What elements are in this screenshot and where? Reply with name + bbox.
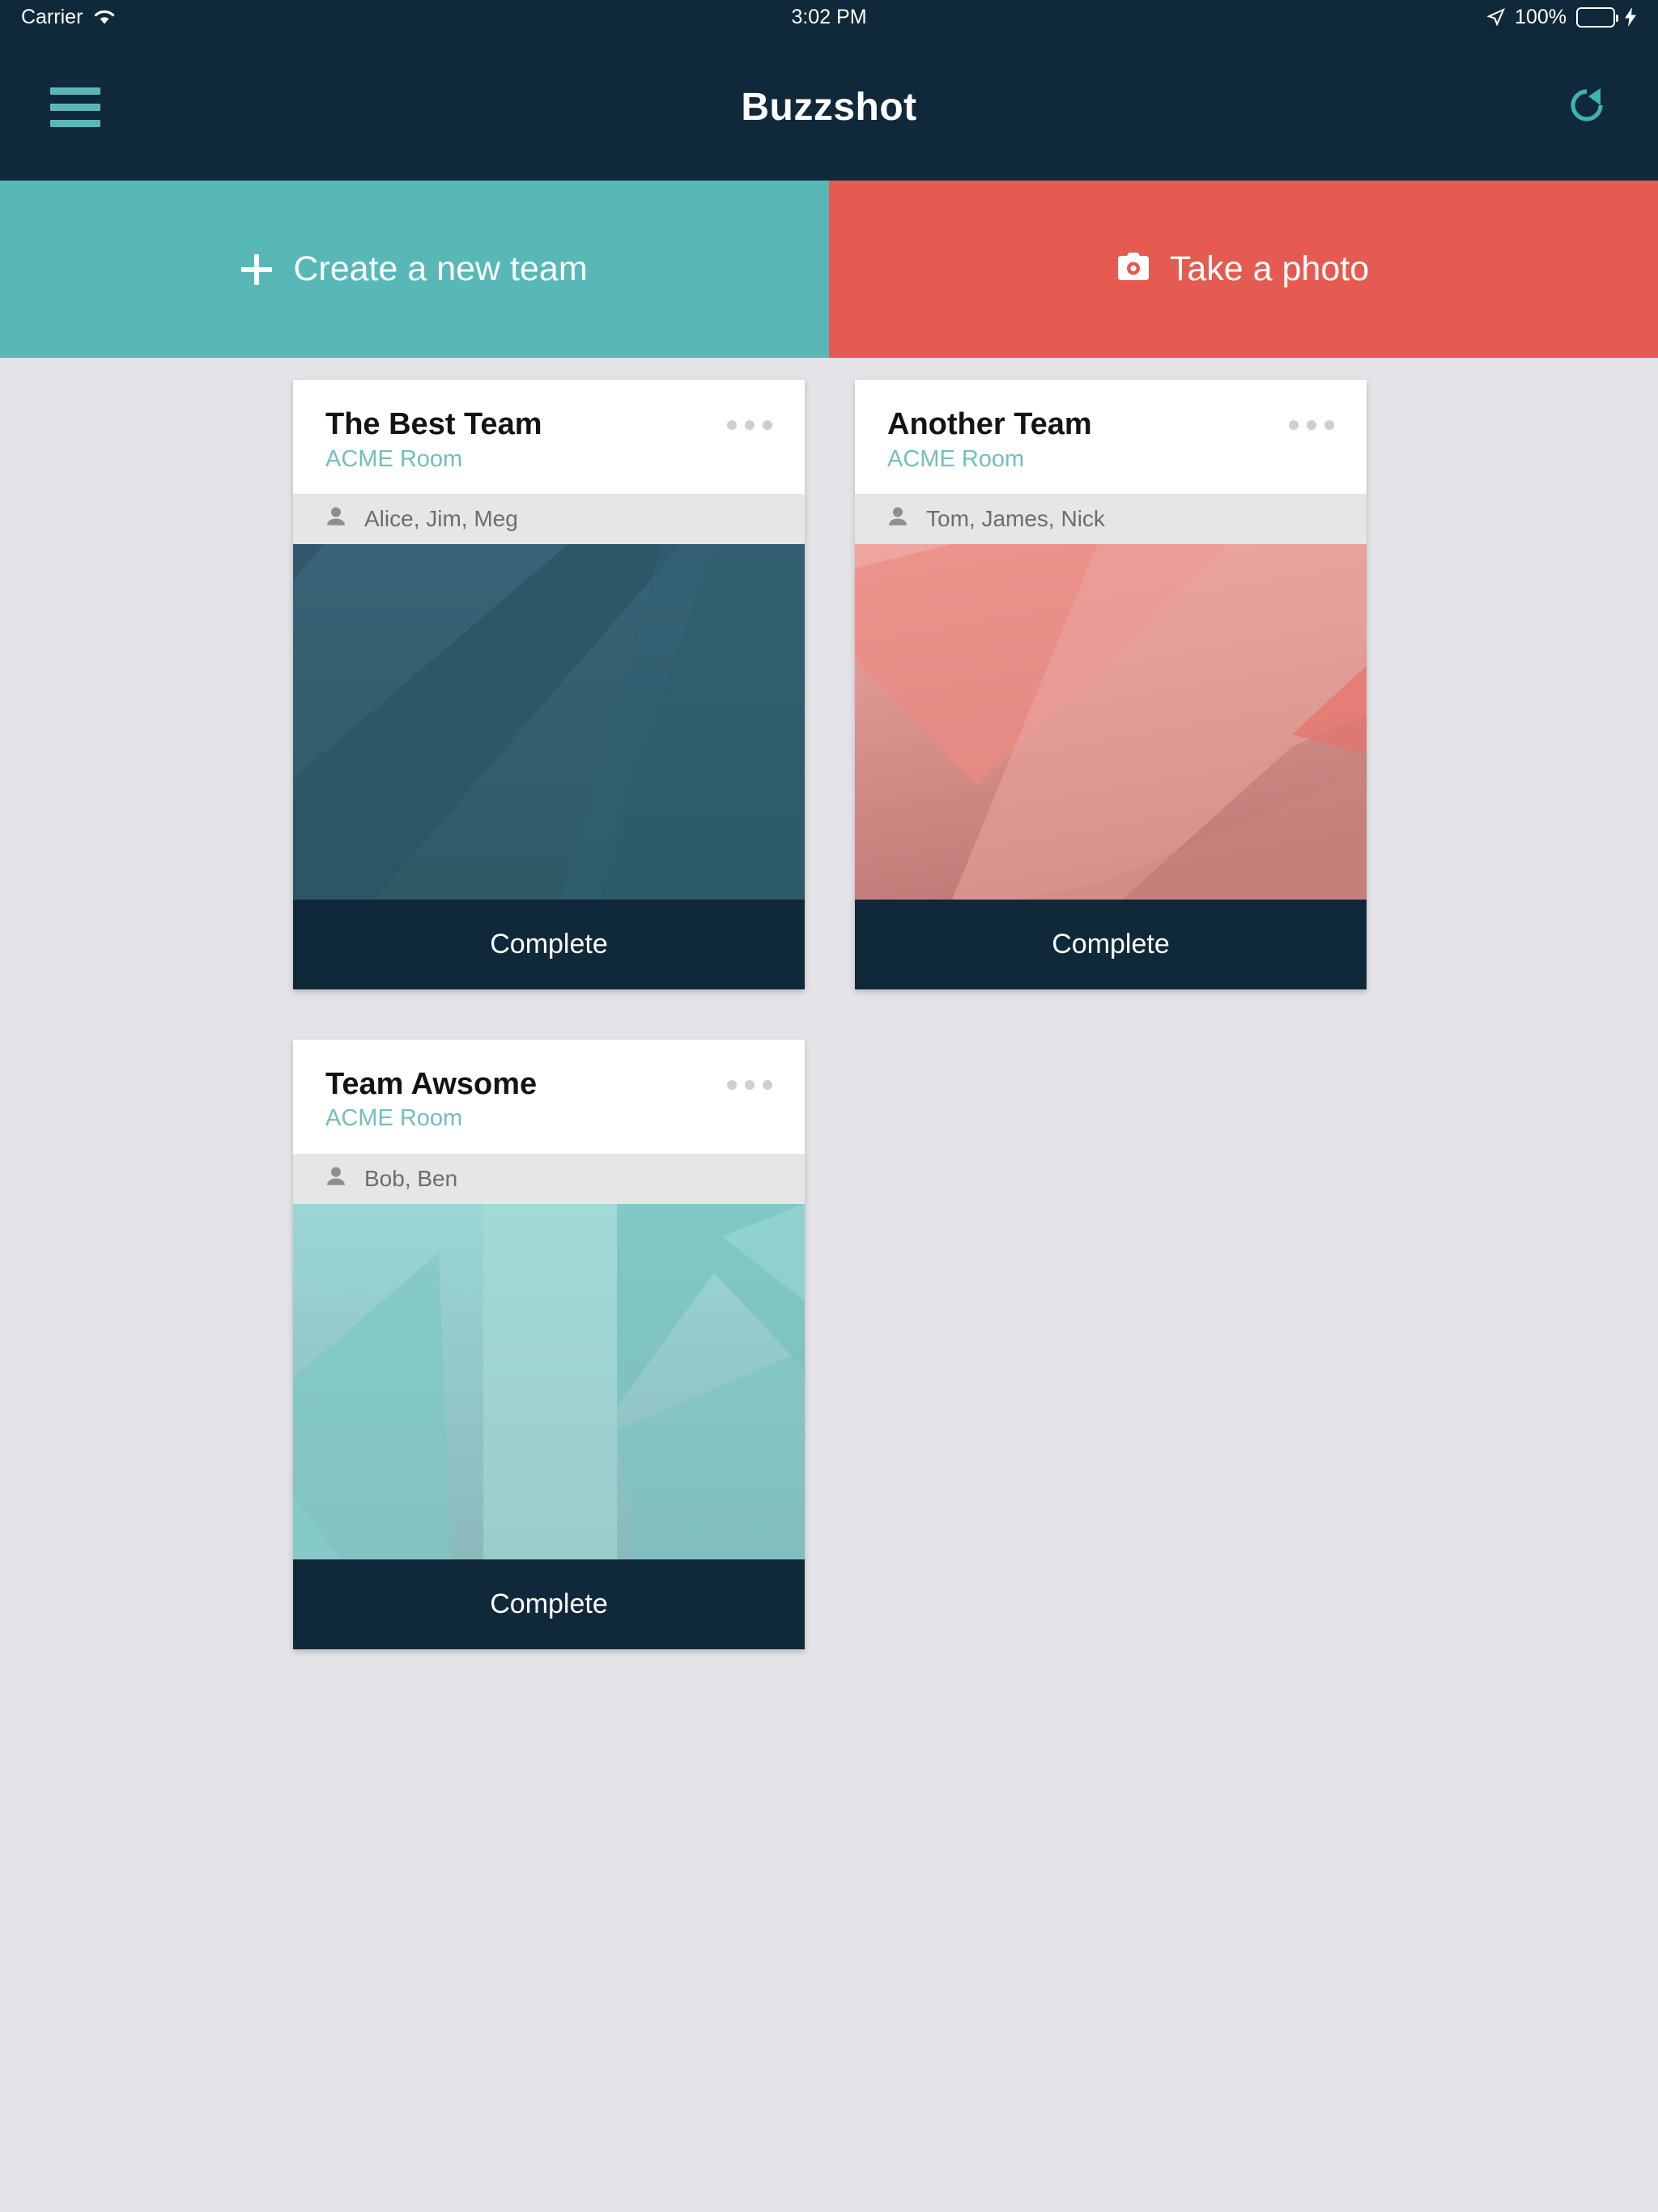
plus-icon (241, 253, 273, 285)
camera-icon (1117, 249, 1149, 289)
team-card[interactable]: The Best Team ACME Room Alice, Jim, Meg (293, 380, 805, 989)
lightning-bolt-icon (1625, 7, 1637, 27)
team-members-row: Alice, Jim, Meg (293, 493, 805, 544)
team-room: ACME Room (325, 1105, 463, 1132)
hamburger-bar (50, 104, 100, 111)
team-members-row: Tom, James, Nick (855, 493, 1367, 544)
team-room: ACME Room (325, 445, 463, 472)
wifi-icon (93, 9, 116, 25)
menu-dot (763, 420, 772, 430)
nav-bar: Buzzshot (0, 34, 1658, 181)
hamburger-bar (50, 87, 100, 95)
action-bar: Create a new team Take a photo (0, 181, 1658, 358)
person-icon (325, 506, 346, 531)
complete-button[interactable]: Complete (293, 1559, 805, 1649)
abstract-photo-pattern-teal (293, 1203, 805, 1559)
team-card[interactable]: Team Awsome ACME Room Bob, Ben Complete (293, 1039, 805, 1649)
complete-button[interactable]: Complete (855, 899, 1367, 989)
overflow-menu-icon[interactable] (719, 1072, 780, 1098)
status-bar: Carrier 3:02 PM 100% (0, 0, 1658, 34)
status-bar-right: 100% (1487, 6, 1637, 29)
app-title: Buzzshot (741, 86, 917, 129)
battery-percent-label: 100% (1515, 5, 1567, 28)
team-card-header: The Best Team ACME Room (293, 380, 805, 494)
abstract-photo-pattern-blue (293, 543, 805, 900)
menu-dot (1289, 420, 1299, 430)
menu-dot (745, 1079, 755, 1090)
hamburger-menu-icon[interactable] (50, 87, 100, 127)
status-bar-left: Carrier (21, 6, 116, 29)
menu-dot (727, 420, 737, 430)
menu-dot (727, 1079, 737, 1090)
team-name: The Best Team (325, 407, 542, 441)
battery-icon (1576, 6, 1618, 28)
location-arrow-icon (1487, 8, 1505, 26)
team-photo-placeholder[interactable] (293, 1203, 805, 1559)
team-members-row: Bob, Ben (293, 1153, 805, 1204)
team-member-names: Bob, Ben (364, 1165, 458, 1191)
team-card-header: Team Awsome ACME Room (293, 1040, 805, 1154)
take-a-photo-button[interactable]: Take a photo (829, 181, 1658, 358)
refresh-icon[interactable] (1566, 84, 1608, 130)
take-a-photo-label: Take a photo (1169, 249, 1370, 288)
team-name: Team Awsome (325, 1066, 538, 1101)
menu-dot (745, 420, 755, 430)
person-icon (325, 1166, 346, 1191)
complete-button[interactable]: Complete (293, 899, 805, 989)
create-new-team-label: Create a new team (293, 249, 588, 288)
team-card-header: Another Team ACME Room (855, 380, 1367, 494)
clock-label: 3:02 PM (791, 5, 867, 28)
abstract-photo-pattern-red (855, 543, 1367, 900)
team-photo-placeholder[interactable] (293, 543, 805, 900)
team-member-names: Alice, Jim, Meg (364, 505, 518, 531)
status-bar-center: 3:02 PM (0, 0, 1658, 34)
menu-dot (763, 1079, 772, 1090)
create-new-team-button[interactable]: Create a new team (0, 181, 829, 358)
team-card[interactable]: Another Team ACME Room Tom, James, Nick (855, 380, 1367, 989)
team-photo-placeholder[interactable] (855, 543, 1367, 900)
team-name: Another Team (887, 407, 1092, 441)
carrier-label: Carrier (21, 5, 83, 28)
team-card-grid: The Best Team ACME Room Alice, Jim, Meg (0, 358, 1658, 1649)
hamburger-bar (50, 120, 100, 127)
overflow-menu-icon[interactable] (1281, 412, 1342, 438)
menu-dot (1307, 420, 1316, 430)
team-room: ACME Room (887, 445, 1025, 472)
overflow-menu-icon[interactable] (719, 412, 780, 438)
team-member-names: Tom, James, Nick (926, 505, 1105, 531)
menu-dot (1324, 420, 1334, 430)
person-icon (887, 506, 908, 531)
